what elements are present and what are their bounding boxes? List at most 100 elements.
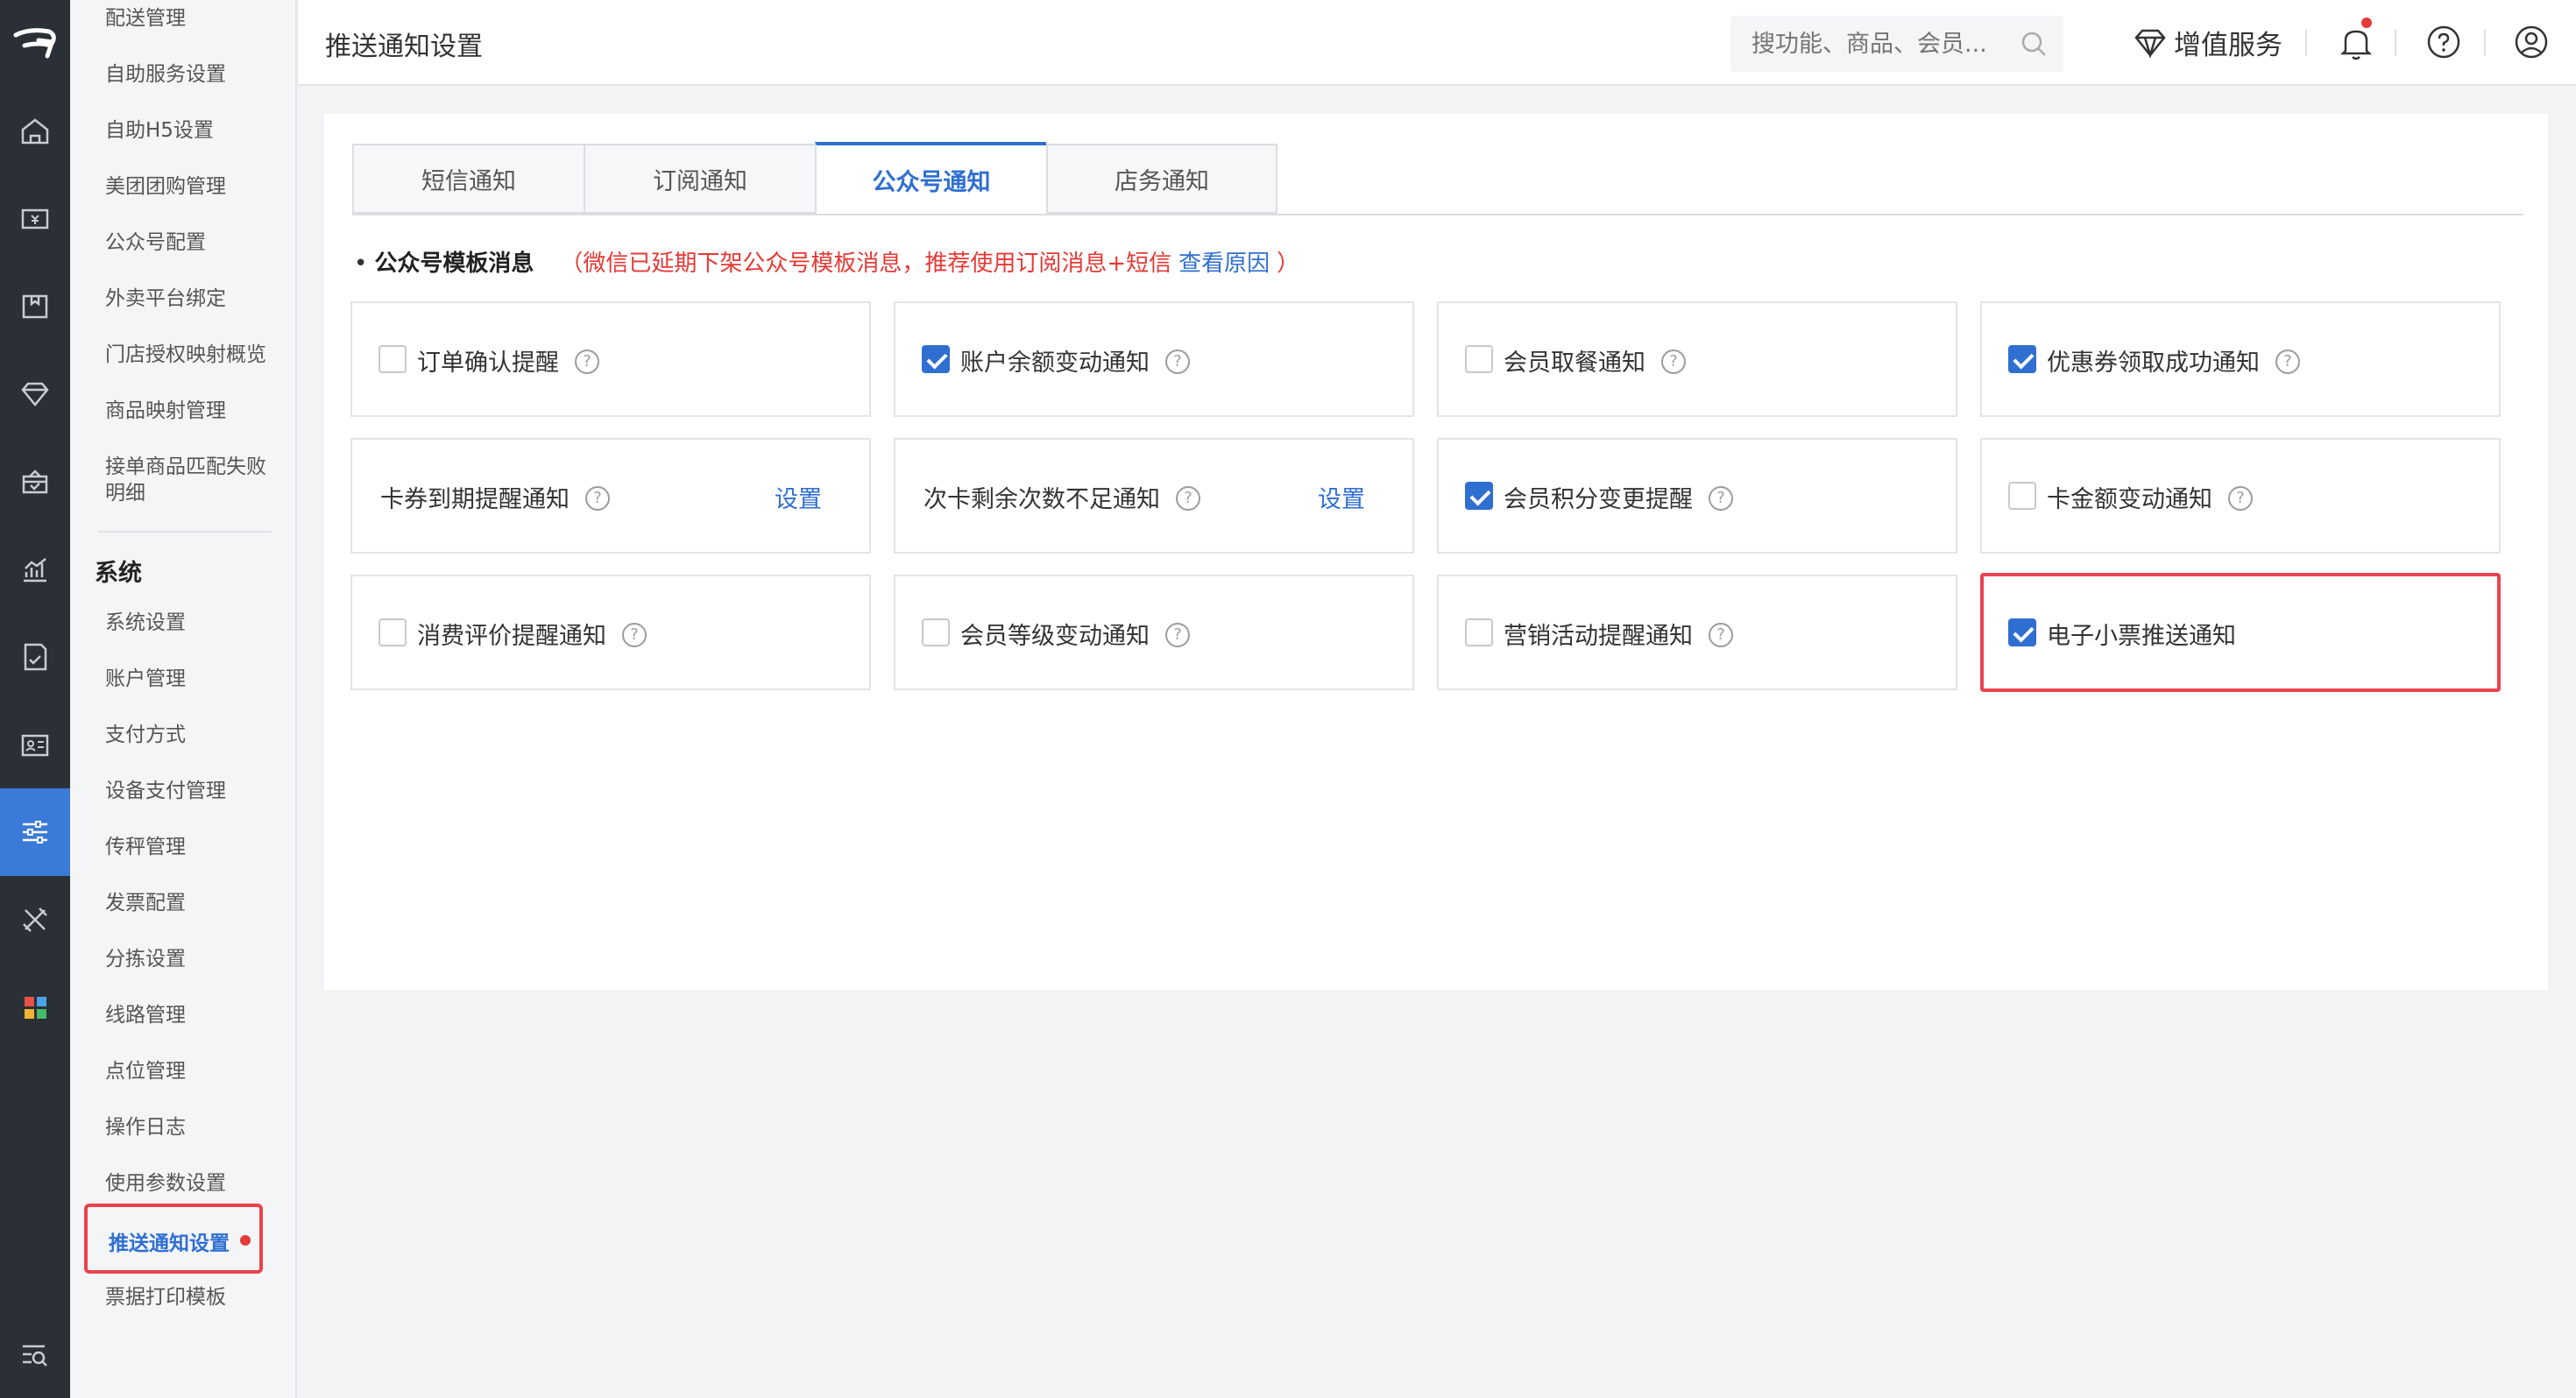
tab-official-account[interactable]: 公众号通知 — [815, 142, 1046, 215]
content-card: 短信通知 订阅通知 公众号通知 店务通知 • 公众号模板消息 （微信已延期下架公众号… — [324, 114, 2548, 990]
section-title: 公众号模板消息 — [374, 251, 534, 277]
submenu-item[interactable]: 传秤管理 — [105, 834, 280, 860]
option-label: 消费评价提醒通知 — [417, 623, 606, 650]
notification-button[interactable] — [2339, 18, 2374, 65]
view-reason-link[interactable]: 查看原因 — [1178, 251, 1270, 277]
app-logo[interactable] — [0, 0, 70, 88]
submenu-item[interactable]: 系统设置 — [105, 610, 280, 636]
icon-rail — [0, 0, 70, 1398]
bell-icon — [2339, 30, 2373, 60]
header-divider — [2484, 30, 2486, 56]
rail-marketing[interactable] — [0, 438, 70, 526]
rail-cashier[interactable] — [0, 175, 70, 263]
rail-apps[interactable] — [0, 964, 70, 1051]
help-icon[interactable]: ? — [1165, 622, 1190, 647]
help-icon[interactable]: ? — [575, 349, 599, 374]
submenu-item[interactable]: 票据打印模板 — [105, 1284, 280, 1310]
submenu-item-label: 推送通知设置 — [109, 1232, 230, 1255]
checkbox-checked[interactable] — [1465, 482, 1493, 510]
tab-sms[interactable]: 短信通知 — [352, 144, 584, 214]
diamond-icon — [2134, 29, 2166, 58]
checkbox[interactable] — [379, 618, 407, 646]
submenu-item[interactable]: 商品映射管理 — [105, 398, 280, 424]
option-marketing-reminder: 营销活动提醒通知? — [1437, 575, 1957, 690]
submenu-item[interactable]: 配送管理 — [105, 5, 280, 32]
rail-menu-search[interactable] — [0, 1310, 70, 1398]
sliders-icon — [23, 821, 47, 844]
checkbox-checked[interactable] — [922, 345, 950, 373]
checkbox[interactable] — [1465, 618, 1493, 646]
option-label: 卡金额变动通知 — [2047, 486, 2212, 513]
submenu-item[interactable]: 外卖平台绑定 — [105, 286, 280, 312]
option-label: 营销活动提醒通知 — [1504, 623, 1693, 650]
help-icon[interactable]: ? — [1709, 622, 1733, 647]
rail-report[interactable] — [0, 526, 70, 613]
secondary-menu: 配送管理 自助服务设置 自助H5设置 美团团购管理 公众号配置 外卖平台绑定 门… — [70, 0, 297, 1398]
rail-finance[interactable] — [0, 613, 70, 701]
submenu-item[interactable]: 公众号配置 — [105, 229, 280, 256]
option-coupon-received: 优惠券领取成功通知? — [1980, 301, 2501, 417]
submenu-item[interactable]: 接单商品匹配失败 — [105, 454, 280, 480]
search-box — [1730, 16, 2063, 72]
submenu-item[interactable]: 门店授权映射概览 — [105, 342, 280, 368]
submenu-item[interactable]: 设备支付管理 — [105, 778, 280, 804]
checkbox[interactable] — [922, 618, 950, 646]
submenu-item[interactable]: 自助H5设置 — [105, 117, 280, 144]
help-icon[interactable]: ? — [1176, 485, 1200, 511]
submenu-item-active[interactable]: 推送通知设置 — [84, 1204, 263, 1274]
option-coupon-expiry: 卡券到期提醒通知? 设置 — [350, 438, 871, 554]
submenu-item[interactable]: 美团团购管理 — [105, 173, 280, 200]
search-icon[interactable] — [2020, 30, 2048, 58]
rail-settings[interactable] — [0, 788, 70, 876]
tab-store-affairs[interactable]: 店务通知 — [1046, 144, 1277, 214]
help-icon[interactable]: ? — [622, 622, 647, 647]
submenu-item[interactable]: 发票配置 — [105, 890, 280, 916]
option-label: 次卡剩余次数不足通知 — [924, 486, 1160, 513]
submenu-item[interactable]: 自助服务设置 — [105, 61, 280, 88]
submenu-item[interactable]: 使用参数设置 — [105, 1170, 280, 1197]
warning-close-paren: ） — [1277, 251, 1300, 277]
tab-subscription[interactable]: 订阅通知 — [584, 144, 815, 214]
submenu-item[interactable]: 账户管理 — [105, 666, 280, 692]
rail-member[interactable] — [0, 350, 70, 438]
help-icon[interactable]: ? — [1709, 485, 1733, 511]
checkbox-checked[interactable] — [2008, 618, 2036, 646]
help-icon[interactable]: ? — [1661, 349, 1686, 374]
deprecation-warning: （微信已延期下架公众号模板消息，推荐使用订阅消息+短信 — [560, 251, 1172, 277]
header-divider — [2305, 30, 2307, 56]
help-button[interactable] — [2426, 25, 2461, 63]
submenu-item[interactable]: 明细 — [105, 480, 280, 506]
settings-link[interactable]: 设置 — [1318, 480, 1365, 514]
header-divider — [2395, 30, 2396, 56]
option-review-reminder: 消费评价提醒通知? — [350, 575, 871, 690]
menu-group-title: 系统 — [95, 560, 142, 587]
gift-icon — [22, 470, 48, 494]
option-points-change: 会员积分变更提醒? — [1437, 438, 1957, 554]
help-icon[interactable]: ? — [1165, 349, 1190, 374]
option-label: 卡券到期提醒通知 — [380, 486, 570, 513]
help-icon[interactable]: ? — [2228, 485, 2253, 511]
submenu-item[interactable]: 分拣设置 — [105, 946, 280, 972]
help-icon[interactable]: ? — [585, 485, 610, 511]
checkbox[interactable] — [2008, 482, 2036, 510]
checkbox-checked[interactable] — [2008, 345, 2036, 373]
search-input[interactable] — [1730, 16, 2011, 72]
settings-link[interactable]: 设置 — [775, 480, 822, 514]
rail-home[interactable] — [0, 88, 70, 175]
rail-tools[interactable] — [0, 876, 70, 964]
submenu-item[interactable]: 支付方式 — [105, 722, 280, 748]
checkbox[interactable] — [379, 345, 407, 373]
menu-search-icon — [23, 1345, 47, 1366]
value-added-services-button[interactable]: 增值服务 — [2134, 23, 2282, 62]
submenu-item[interactable]: 线路管理 — [105, 1002, 280, 1028]
checkbox[interactable] — [1465, 345, 1493, 373]
rail-goods[interactable] — [0, 263, 70, 350]
top-header: 推送通知设置 增值服务 — [299, 0, 2576, 86]
submenu-item[interactable]: 点位管理 — [105, 1058, 280, 1084]
box-icon — [22, 294, 48, 319]
rail-staff[interactable] — [0, 701, 70, 788]
user-account-button[interactable] — [2514, 25, 2549, 63]
submenu-item[interactable]: 操作日志 — [105, 1114, 280, 1140]
help-icon[interactable]: ? — [2275, 349, 2300, 374]
option-label: 账户余额变动通知 — [960, 350, 1150, 377]
